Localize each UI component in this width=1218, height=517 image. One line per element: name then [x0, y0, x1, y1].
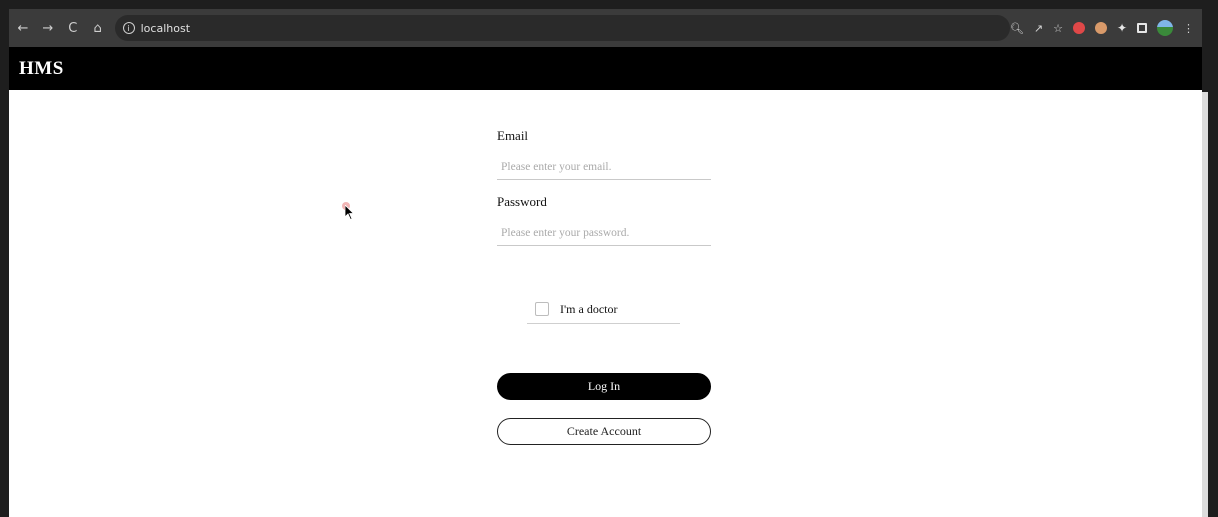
password-label: Password	[497, 194, 547, 209]
doctor-checkbox-label: I'm a doctor	[560, 301, 618, 316]
toolbar-icons: 🔍︎ ↗ ☆ ✦ ⋮	[1010, 20, 1202, 36]
browser-toolbar: ← → C ⌂ i localhost 🔍︎ ↗ ☆ ✦ ⋮	[9, 9, 1202, 47]
email-group: Email	[497, 128, 711, 180]
address-bar[interactable]: i localhost	[114, 15, 1010, 41]
profile-avatar-icon[interactable]	[1157, 20, 1173, 36]
zoom-icon[interactable]: 🔍︎	[1010, 22, 1024, 35]
bookmark-star-icon[interactable]: ☆	[1053, 22, 1063, 35]
extension-red-icon[interactable]	[1072, 22, 1085, 34]
extensions-puzzle-icon[interactable]: ✦	[1117, 21, 1127, 35]
email-label: Email	[497, 128, 529, 143]
window-frame-top	[0, 0, 1218, 9]
forward-arrow-icon[interactable]: →	[37, 16, 59, 40]
site-info-icon[interactable]: i	[122, 22, 135, 34]
back-arrow-icon[interactable]: ←	[12, 16, 34, 40]
home-icon[interactable]: ⌂	[87, 16, 109, 40]
email-input[interactable]	[497, 154, 711, 180]
app-header: HMS	[9, 47, 1202, 90]
reload-icon[interactable]: C	[62, 16, 84, 40]
create-account-button[interactable]: Create Account	[497, 418, 711, 445]
extension-orange-icon[interactable]	[1094, 22, 1107, 34]
address-text: localhost	[140, 21, 191, 35]
sidepanel-icon[interactable]	[1137, 23, 1147, 33]
login-button[interactable]: Log In	[497, 373, 711, 400]
menu-kebab-icon[interactable]: ⋮	[1183, 22, 1194, 35]
page-scrollbar[interactable]	[1202, 92, 1208, 517]
doctor-checkbox-row[interactable]: I'm a doctor	[527, 295, 680, 324]
app-title: HMS	[19, 57, 64, 79]
password-input[interactable]	[497, 220, 711, 246]
window-frame-left	[0, 0, 9, 517]
doctor-checkbox[interactable]	[535, 302, 549, 316]
login-form: Email Password	[497, 128, 711, 260]
password-group: Password	[497, 194, 711, 246]
share-icon[interactable]: ↗	[1034, 22, 1043, 35]
